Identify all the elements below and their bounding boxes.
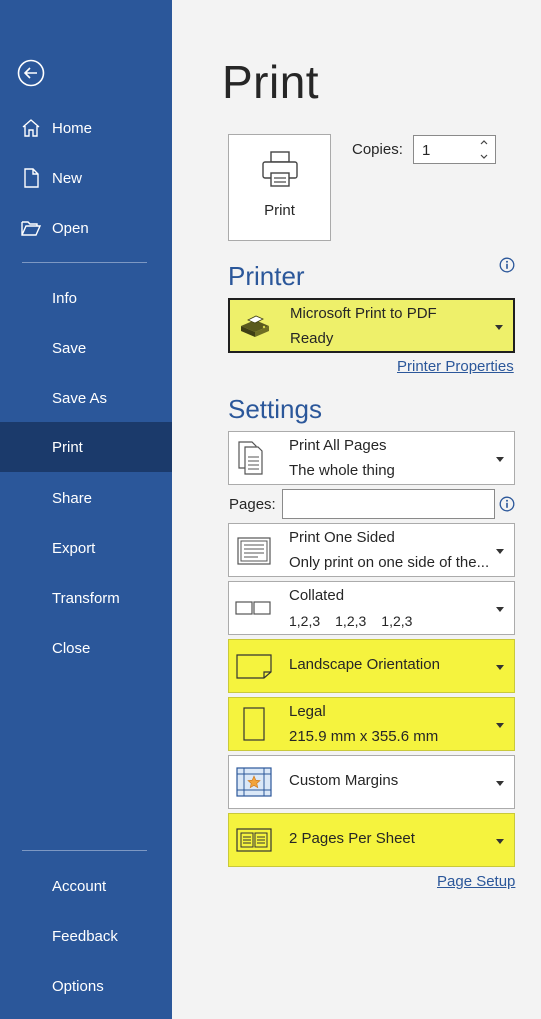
orientation-dropdown[interactable]: Landscape Orientation bbox=[228, 639, 515, 693]
nav-account[interactable]: Account bbox=[0, 861, 172, 911]
printer-status: Ready bbox=[290, 330, 334, 347]
collation-line1: Collated bbox=[289, 587, 345, 604]
paper-line1: Legal bbox=[289, 703, 326, 720]
sides-dropdown[interactable]: Print One Sided Only print on one side o… bbox=[228, 523, 515, 577]
chevron-down-icon bbox=[496, 839, 504, 844]
nav-save-as[interactable]: Save As bbox=[0, 373, 172, 423]
chevron-down-icon bbox=[496, 607, 504, 612]
settings-heading: Settings bbox=[228, 394, 322, 424]
print-pages-line1: Print All Pages bbox=[289, 437, 387, 454]
copies-value: 1 bbox=[422, 142, 431, 159]
nav-home-label: Home bbox=[52, 119, 93, 137]
paper-size-dropdown[interactable]: Legal 215.9 mm x 355.6 mm bbox=[228, 697, 515, 751]
home-icon bbox=[22, 119, 40, 137]
nav-home[interactable]: Home bbox=[0, 103, 172, 153]
nav-export[interactable]: Export bbox=[0, 523, 172, 573]
portrait-page-icon bbox=[243, 707, 265, 741]
sides-line1: Print One Sided bbox=[289, 529, 395, 546]
nav-info-label: Info bbox=[52, 289, 78, 307]
printer-properties-link[interactable]: Printer Properties bbox=[397, 358, 514, 375]
open-folder-icon bbox=[21, 221, 42, 236]
margins-dropdown[interactable]: Custom Margins bbox=[228, 755, 515, 809]
nav-account-label: Account bbox=[52, 877, 107, 895]
nav-save-label: Save bbox=[52, 339, 87, 357]
paper-line2: 215.9 mm x 355.6 mm bbox=[289, 728, 439, 745]
collation-sequence: 1,2,3 1,2,3 1,2,3 bbox=[289, 613, 427, 629]
pages-per-sheet-dropdown[interactable]: 2 Pages Per Sheet bbox=[228, 813, 515, 867]
spinner-arrows-icon[interactable] bbox=[479, 136, 489, 163]
nav-print-label: Print bbox=[52, 438, 83, 456]
nav-save[interactable]: Save bbox=[0, 323, 172, 373]
printer-dropdown[interactable]: Microsoft Print to PDF Ready bbox=[228, 298, 515, 353]
chevron-down-icon bbox=[496, 723, 504, 728]
print-pages-dropdown[interactable]: Print All Pages The whole thing bbox=[228, 431, 515, 485]
nav-feedback-label: Feedback bbox=[52, 927, 118, 945]
chevron-down-icon bbox=[495, 324, 503, 330]
page-title: Print bbox=[222, 56, 320, 108]
nav-new[interactable]: New bbox=[0, 153, 172, 203]
collation-seq-2: 1,2,3 bbox=[335, 613, 367, 629]
two-pages-per-sheet-icon bbox=[236, 828, 272, 852]
collation-dropdown[interactable]: Collated 1,2,3 1,2,3 1,2,3 bbox=[228, 581, 515, 635]
orientation-line1: Landscape Orientation bbox=[289, 656, 440, 673]
copies-stepper[interactable]: 1 bbox=[413, 135, 496, 164]
pages-per-sheet-line1: 2 Pages Per Sheet bbox=[289, 830, 415, 847]
chevron-down-icon bbox=[496, 781, 504, 786]
nav-save-as-label: Save As bbox=[52, 389, 108, 407]
nav-export-label: Export bbox=[52, 539, 96, 557]
nav-transform-label: Transform bbox=[52, 589, 120, 607]
print-button-label: Print bbox=[264, 202, 295, 219]
sidebar-divider bbox=[22, 262, 147, 263]
nav-transform[interactable]: Transform bbox=[0, 573, 172, 623]
sidebar-divider bbox=[22, 850, 147, 851]
pages-stack-icon bbox=[238, 441, 263, 475]
new-document-icon bbox=[24, 168, 39, 188]
pages-label: Pages: bbox=[229, 496, 276, 513]
nav-open-label: Open bbox=[52, 219, 89, 237]
collated-pages-icon bbox=[235, 601, 271, 615]
printer-name: Microsoft Print to PDF bbox=[290, 305, 437, 322]
nav-print[interactable]: Print bbox=[0, 422, 172, 472]
nav-options[interactable]: Options bbox=[0, 961, 172, 1011]
nav-new-label: New bbox=[52, 169, 83, 187]
nav-feedback[interactable]: Feedback bbox=[0, 911, 172, 961]
printer-heading: Printer bbox=[228, 261, 305, 291]
back-arrow-icon bbox=[17, 59, 45, 87]
copies-label: Copies: bbox=[352, 141, 403, 158]
nav-close-label: Close bbox=[52, 639, 91, 657]
nav-options-label: Options bbox=[52, 977, 104, 995]
back-button[interactable] bbox=[17, 59, 45, 87]
nav-share[interactable]: Share bbox=[0, 473, 172, 523]
nav-open[interactable]: Open bbox=[0, 203, 172, 253]
sides-line2: Only print on one side of the... bbox=[289, 554, 490, 571]
info-icon[interactable] bbox=[499, 257, 515, 273]
collation-seq-3: 1,2,3 bbox=[381, 613, 413, 629]
one-sided-page-icon bbox=[237, 537, 271, 565]
nav-share-label: Share bbox=[52, 489, 93, 507]
chevron-down-icon bbox=[496, 549, 504, 554]
printer-icon bbox=[262, 151, 298, 187]
print-button[interactable]: Print bbox=[228, 134, 331, 241]
backstage-sidebar: Home New Open Info Save Save As Print Sh… bbox=[0, 0, 172, 1019]
page-setup-link[interactable]: Page Setup bbox=[437, 873, 515, 890]
nav-close[interactable]: Close bbox=[0, 623, 172, 673]
landscape-page-icon bbox=[236, 654, 272, 679]
print-pages-line2: The whole thing bbox=[289, 462, 395, 479]
custom-margins-icon bbox=[236, 767, 272, 797]
pages-input[interactable] bbox=[282, 489, 495, 519]
margins-line1: Custom Margins bbox=[289, 772, 399, 789]
info-icon[interactable] bbox=[499, 496, 515, 512]
chevron-down-icon bbox=[496, 665, 504, 670]
collation-seq-1: 1,2,3 bbox=[289, 613, 321, 629]
printer-device-icon bbox=[241, 315, 269, 337]
nav-info[interactable]: Info bbox=[0, 273, 172, 323]
chevron-down-icon bbox=[496, 457, 504, 462]
